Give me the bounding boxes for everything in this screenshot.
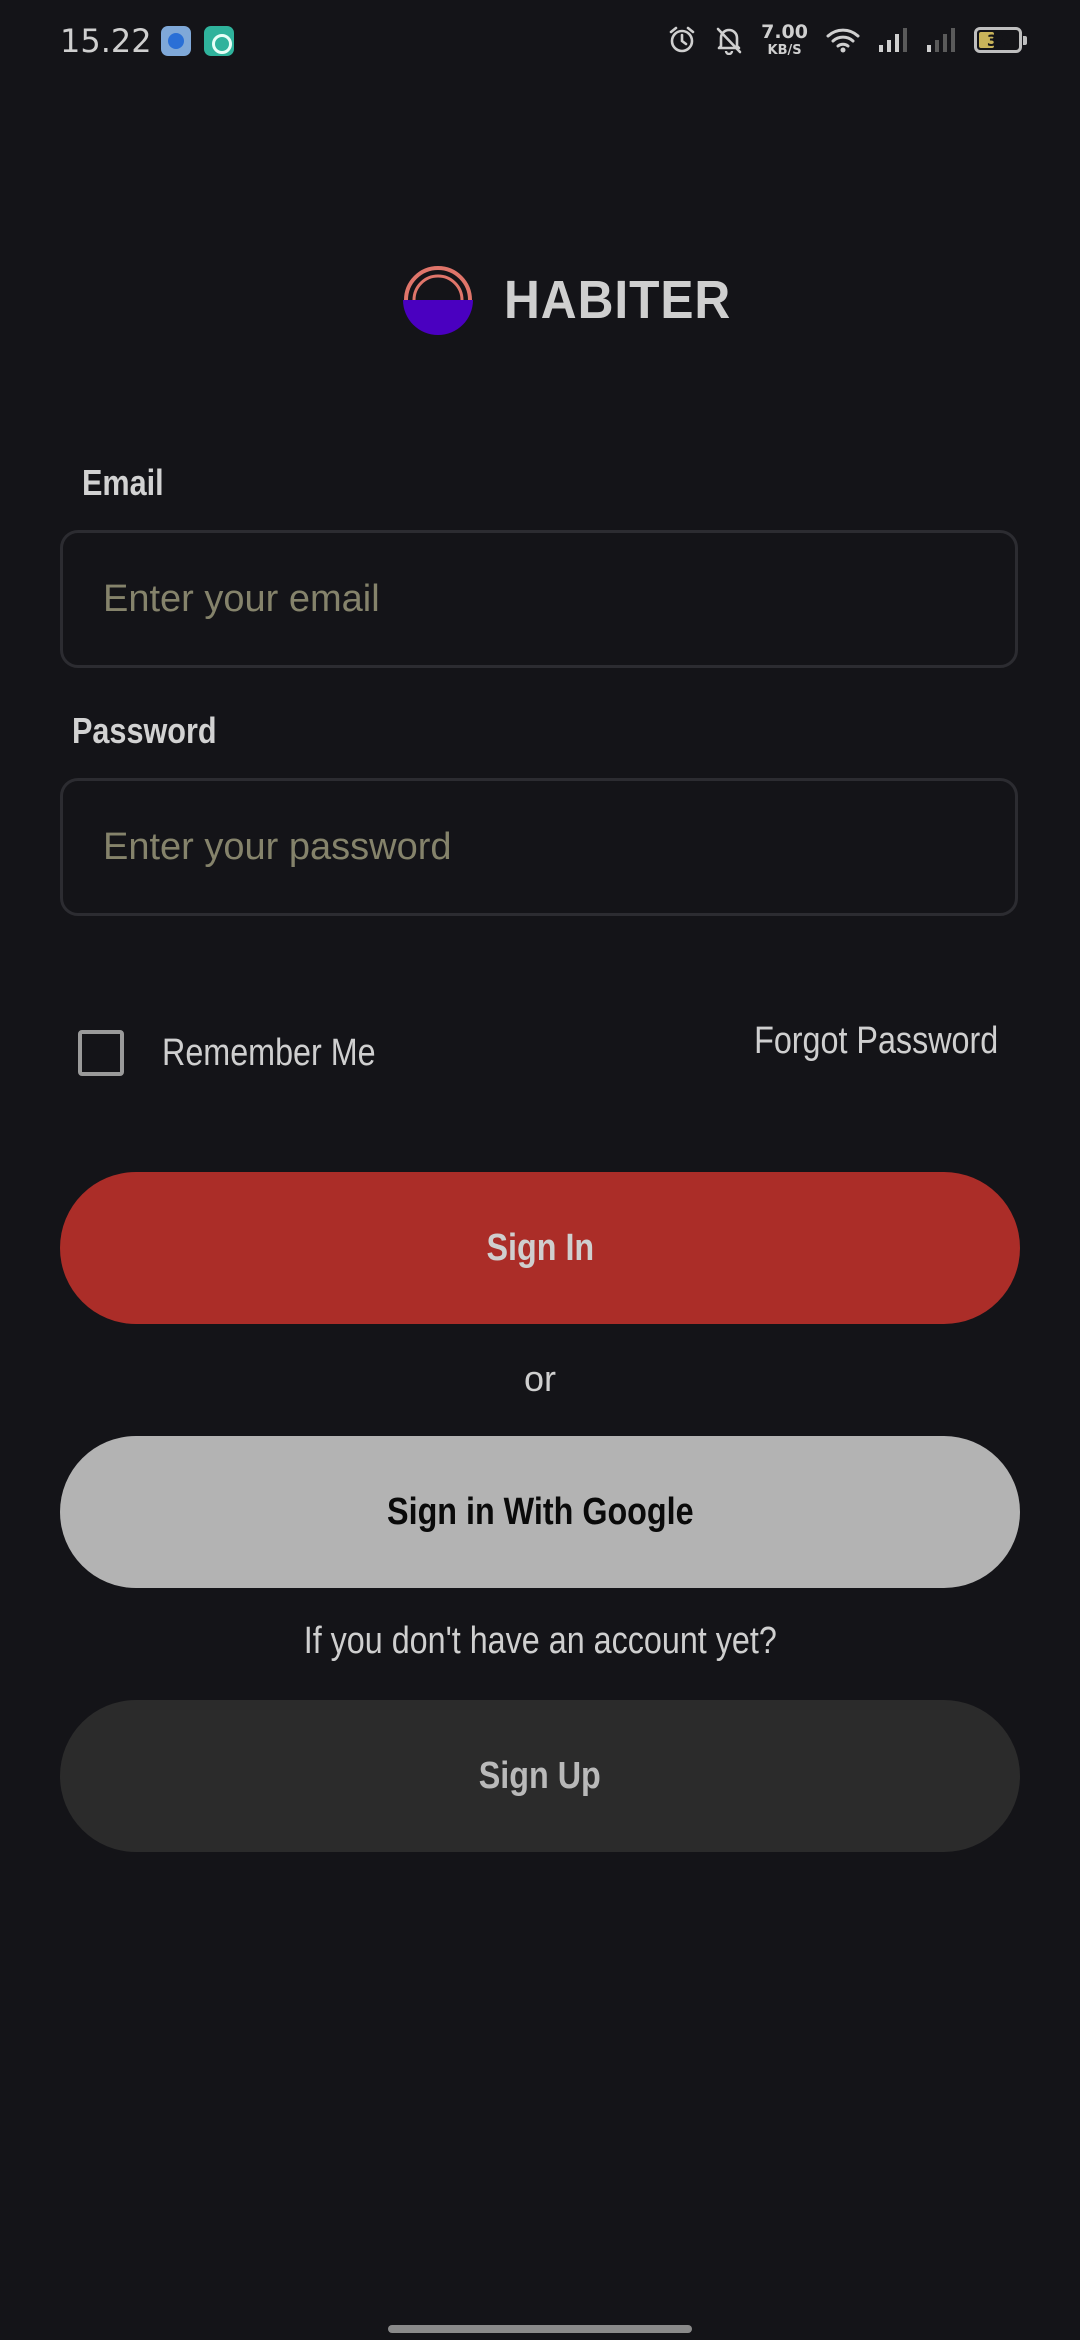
- network-speed-unit: KB/S: [767, 43, 802, 58]
- email-label: Email: [82, 462, 164, 503]
- sign-up-label: Sign Up: [478, 1754, 601, 1797]
- no-account-label: If you don't have an account yet?: [303, 1620, 777, 1662]
- home-indicator[interactable]: [388, 2325, 692, 2333]
- email-field-container: [60, 530, 1018, 668]
- sign-in-label: Sign In: [486, 1226, 594, 1269]
- password-field-container: [60, 778, 1018, 916]
- google-sign-in-label: Sign in With Google: [386, 1490, 694, 1533]
- bell-off-icon: [715, 25, 743, 55]
- password-field[interactable]: [63, 781, 1015, 913]
- remember-me-row[interactable]: Remember Me: [78, 1030, 413, 1076]
- alarm-icon: [667, 25, 697, 55]
- network-speed: 7.00 KB/S: [761, 21, 808, 58]
- status-icons: 7.00 KB/S 39: [667, 18, 1027, 62]
- remember-me-label: Remember Me: [162, 1031, 376, 1074]
- wifi-icon: [826, 26, 860, 54]
- network-speed-value: 7.00: [761, 21, 808, 43]
- habiter-logo-icon: [403, 266, 473, 335]
- email-field[interactable]: [63, 533, 1015, 665]
- password-label: Password: [72, 710, 217, 751]
- app-name: HABITER: [504, 270, 732, 330]
- signal-icon: [878, 27, 908, 53]
- battery-icon: 39: [974, 27, 1027, 53]
- sign-up-button[interactable]: Sign Up: [60, 1700, 1020, 1852]
- google-sign-in-button[interactable]: Sign in With Google: [60, 1436, 1020, 1588]
- remember-me-checkbox[interactable]: [78, 1030, 124, 1076]
- signal-weak-icon: [926, 27, 956, 53]
- app-blue-icon: [161, 26, 191, 56]
- login-screen: 15.22 7.00 KB/S 39 HABITER Email Enter y…: [0, 0, 1080, 2340]
- or-divider-text: or: [523, 1358, 556, 1399]
- no-account-text: If you don't have an account yet?: [0, 1620, 1080, 1663]
- app-teal-icon: [204, 26, 234, 56]
- battery-level: 39: [986, 30, 1010, 50]
- forgot-password-link[interactable]: Forgot Password: [754, 1020, 998, 1063]
- sign-in-button[interactable]: Sign In: [60, 1172, 1020, 1324]
- app-brand: HABITER: [400, 262, 751, 338]
- status-bar: 15.22 7.00 KB/S 39: [0, 0, 1080, 80]
- status-time: 15.22: [60, 22, 152, 60]
